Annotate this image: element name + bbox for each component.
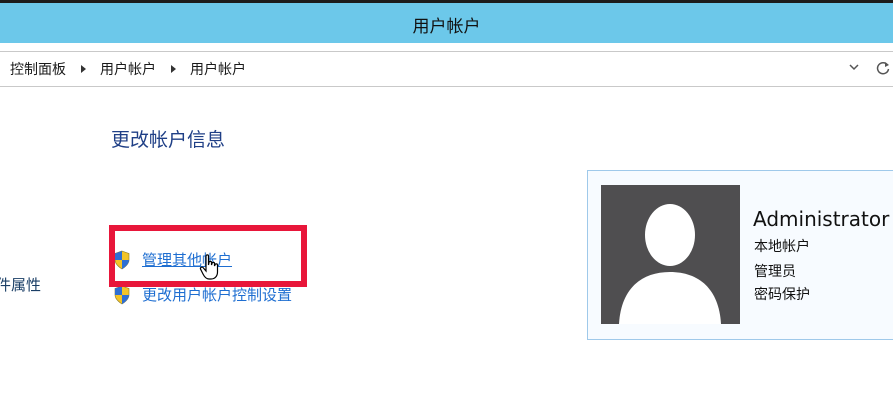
refresh-icon[interactable]: [875, 60, 891, 76]
account-role: 管理员: [754, 264, 796, 280]
change-uac-settings-label[interactable]: 更改用户帐户控制设置: [142, 284, 292, 305]
user-avatar: [601, 185, 740, 324]
account-name: Administrator: [753, 207, 890, 231]
breadcrumb-separator-icon[interactable]: [81, 65, 86, 73]
title-bar: 用户帐户: [0, 3, 893, 43]
breadcrumb-separator-icon[interactable]: [171, 65, 176, 73]
account-card: Administrator 本地帐户 管理员 密码保护: [587, 170, 893, 340]
window-title: 用户帐户: [412, 17, 481, 37]
account-protection: 密码保护: [754, 287, 810, 303]
change-uac-settings-link[interactable]: 更改用户帐户控制设置: [113, 284, 292, 305]
breadcrumb-control-panel[interactable]: 控制面板: [10, 59, 66, 79]
breadcrumb-user-accounts[interactable]: 用户帐户: [100, 59, 156, 79]
uac-shield-icon: [114, 285, 130, 304]
account-type: 本地帐户: [754, 239, 810, 255]
breadcrumb: 控制面板 用户帐户 用户帐户: [10, 59, 246, 79]
hand-pointer-cursor-icon: [199, 254, 219, 280]
section-title: 更改帐户信息: [111, 129, 226, 151]
user-silhouette-icon: [619, 204, 721, 324]
address-bar[interactable]: 控制面板 用户帐户 用户帐户: [0, 51, 893, 87]
breadcrumb-user-accounts-current[interactable]: 用户帐户: [190, 59, 246, 79]
chevron-down-icon[interactable]: [847, 60, 861, 74]
left-panel-link[interactable]: 件属性: [0, 274, 41, 295]
